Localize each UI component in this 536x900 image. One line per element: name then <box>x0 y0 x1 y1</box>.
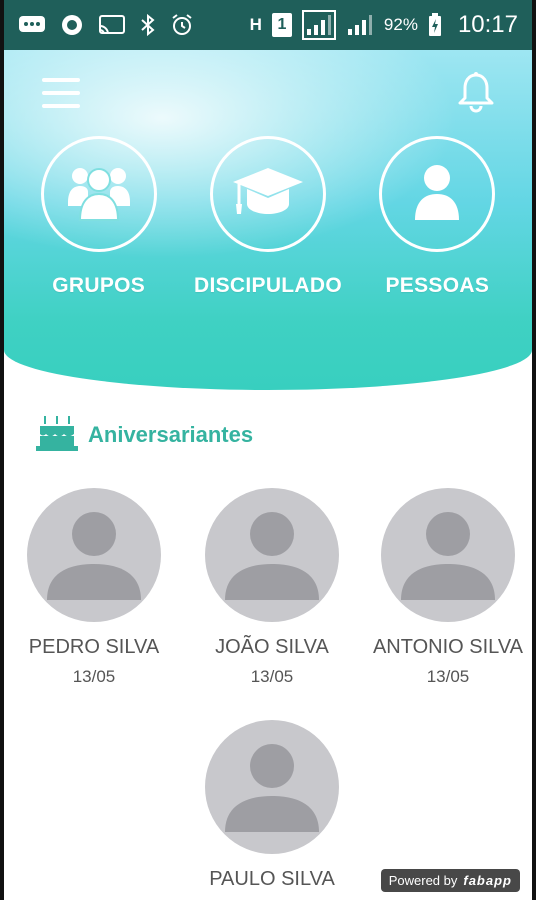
birthday-person-card[interactable]: JOÃO SILVA 13/05 <box>182 488 362 687</box>
person-name: PEDRO SILVA <box>28 636 160 658</box>
birthdays-title: Aniversariantes <box>88 421 254 447</box>
status-bar-left <box>18 13 194 37</box>
avatar[interactable] <box>205 488 339 622</box>
nav-discipulado[interactable]: DISCIPULADO <box>183 136 352 298</box>
sim-icon: 1 <box>271 13 292 37</box>
bluetooth-icon <box>140 13 156 37</box>
birthday-person-card[interactable]: PAULO SILVA <box>182 720 362 891</box>
status-bar-right: H 1 92% 10:17 <box>250 10 518 40</box>
default-avatar-icon <box>225 512 319 600</box>
person-birthday-date: 13/05 <box>72 667 116 686</box>
battery-percent: 92% <box>383 15 418 34</box>
battery-charging-icon <box>428 13 442 37</box>
person-name: ANTONIO SILVA <box>372 636 524 658</box>
birthday-person-card[interactable]: ANTONIO SILVA 13/05 <box>358 488 532 687</box>
person-name: PAULO SILVA <box>209 868 335 890</box>
menu-line <box>42 104 80 108</box>
network-type: H <box>249 15 262 34</box>
birthday-person-card[interactable]: PEDRO SILVA 13/05 <box>4 488 184 687</box>
group-icon <box>66 162 132 227</box>
nav-pessoas-circle[interactable] <box>379 136 496 252</box>
status-bar: H 1 92% 10:17 <box>4 0 532 50</box>
header-banner: GRUPOS DISCIPULADO PESSOAS <box>4 50 532 390</box>
powered-by-badge[interactable]: Powered by fabapp <box>380 869 520 892</box>
default-avatar-icon <box>401 512 495 600</box>
bell-icon[interactable] <box>454 70 498 114</box>
avatar[interactable] <box>27 488 161 622</box>
main-nav: GRUPOS DISCIPULADO PESSOAS <box>4 136 532 298</box>
nav-grupos-label[interactable]: GRUPOS <box>52 274 145 298</box>
menu-line <box>42 78 80 82</box>
nav-pessoas[interactable]: PESSOAS <box>353 136 522 298</box>
default-avatar-icon <box>225 744 319 832</box>
app-screen: H 1 92% 10:17 GRUPOS DISCIPULADO PESSOAS… <box>0 0 536 900</box>
person-birthday-date: 13/05 <box>426 667 470 686</box>
avatar[interactable] <box>205 720 339 854</box>
signal-icon-1 <box>301 10 336 40</box>
avatar[interactable] <box>381 488 515 622</box>
birthdays-header: Aniversariantes <box>36 412 253 457</box>
alarm-icon <box>170 13 194 37</box>
nav-pessoas-label[interactable]: PESSOAS <box>386 274 490 298</box>
signal-icon-2 <box>346 13 374 37</box>
sim-number: 1 <box>277 16 287 33</box>
graduation-cap-icon <box>231 164 305 225</box>
hamburger-menu-icon[interactable] <box>42 78 82 108</box>
default-avatar-icon <box>47 512 141 600</box>
nav-discipulado-label[interactable]: DISCIPULADO <box>194 274 342 298</box>
person-name: JOÃO SILVA <box>215 636 329 658</box>
message-icon <box>18 14 46 36</box>
brand-logo: fabapp <box>463 873 512 888</box>
menu-line <box>42 91 80 95</box>
person-birthday-date: 13/05 <box>250 667 294 686</box>
person-icon <box>412 162 462 227</box>
nav-grupos[interactable]: GRUPOS <box>14 136 183 298</box>
powered-by-text: Powered by <box>388 873 458 888</box>
cast-icon <box>98 14 126 36</box>
opera-icon <box>60 13 84 37</box>
clock: 10:17 <box>457 11 518 38</box>
nav-discipulado-circle[interactable] <box>209 136 326 252</box>
birthday-cake-icon <box>36 412 78 457</box>
nav-grupos-circle[interactable] <box>40 136 157 252</box>
